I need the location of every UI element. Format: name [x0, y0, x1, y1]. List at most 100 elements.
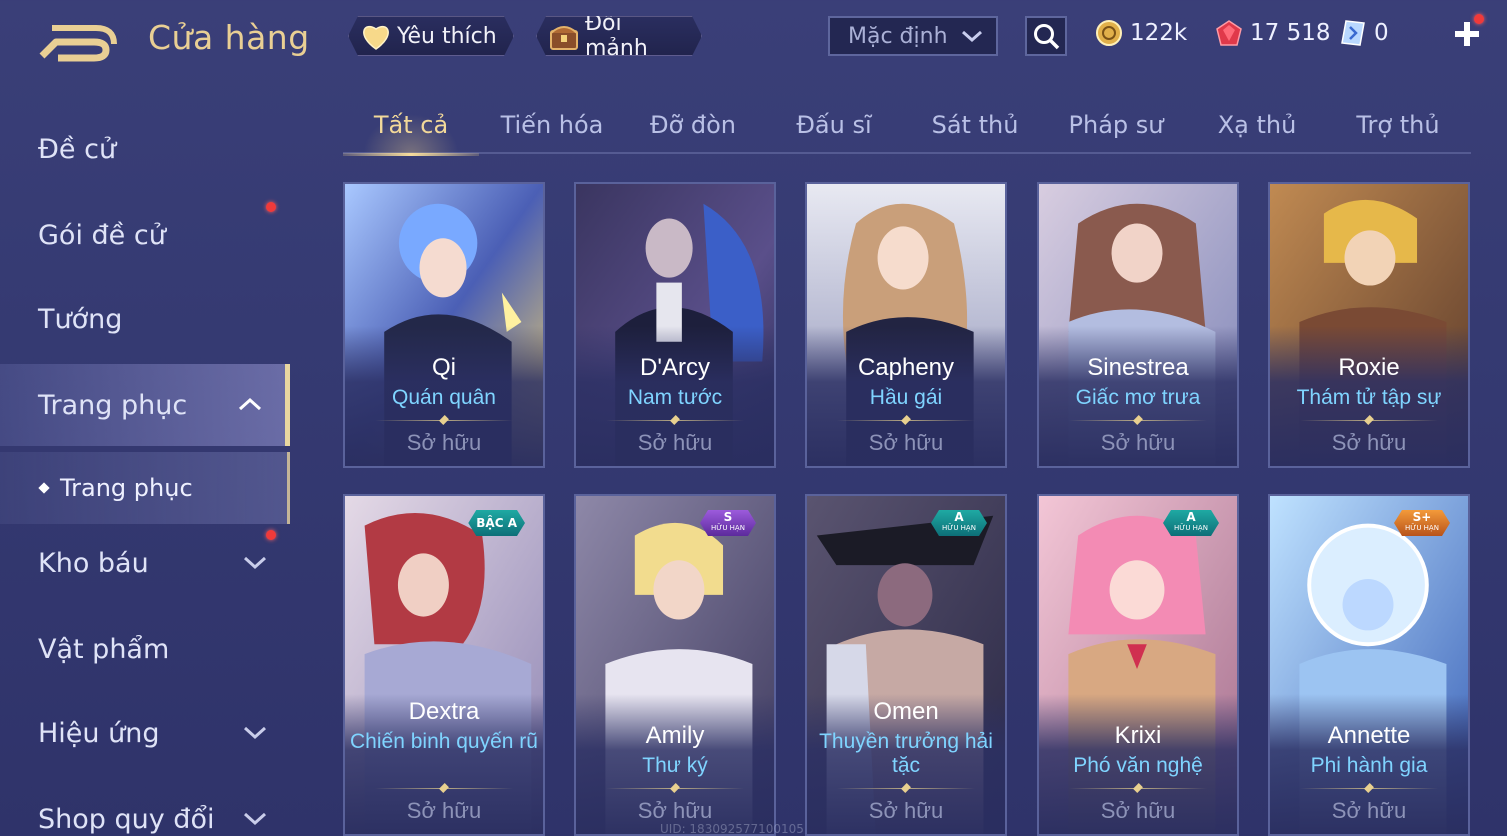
search-icon	[1034, 24, 1060, 50]
skin-name: Hầu gái	[869, 386, 943, 409]
heart-icon	[359, 19, 393, 53]
sidebar-item-label: Vật phẩm	[38, 633, 170, 665]
favorites-label: Yêu thích	[397, 23, 497, 49]
ownership-status: Sở hữu	[1331, 798, 1407, 823]
sort-dropdown[interactable]: Mặc định	[828, 16, 998, 56]
skin-name: Phi hành gia	[1310, 754, 1428, 777]
ownership-status: Sở hữu	[637, 430, 713, 455]
skin-card[interactable]: S+ HỮU HẠN Annette Phi hành gia Sở hữu	[1268, 494, 1470, 836]
tier-badge: BẬC A	[468, 510, 525, 536]
limited-label: HỮU HẠN	[1174, 524, 1208, 532]
sidebar-item-exchange-shop[interactable]: Shop quy đổi	[0, 778, 290, 836]
back-button[interactable]	[38, 22, 118, 62]
sidebar-item-items[interactable]: Vật phẩm	[0, 608, 290, 690]
tab-evolution[interactable]: Tiến hóa	[484, 96, 620, 154]
skin-card[interactable]: A HỮU HẠN Krixi Phó văn nghệ Sở hữu	[1037, 494, 1239, 836]
card-divider	[606, 420, 744, 421]
hero-name: Qi	[432, 354, 456, 381]
tab-fighter[interactable]: Đấu sĩ	[766, 96, 902, 154]
card-divider	[606, 788, 744, 789]
notification-dot	[266, 530, 276, 540]
tier-badge-label: A	[954, 510, 964, 524]
top-bar: Cửa hàng Yêu thích Đổi mảnh Mặc định 122…	[0, 0, 1507, 80]
ownership-status: Sở hữu	[1100, 430, 1176, 455]
chevron-down-icon	[962, 30, 982, 43]
ownership-status: Sở hữu	[406, 798, 482, 823]
sidebar-item-recommended-bundles[interactable]: Gói đề cử	[0, 194, 290, 276]
skin-card[interactable]: Sinestrea Giấc mơ trưa Sở hữu	[1037, 182, 1239, 468]
limited-label: HỮU HẠN	[942, 524, 976, 532]
page-title: Cửa hàng	[148, 18, 310, 57]
tab-all[interactable]: Tất cả	[343, 96, 479, 156]
skin-card[interactable]: Capheny Hầu gái Sở hữu	[805, 182, 1007, 468]
hero-name: Krixi	[1114, 722, 1162, 749]
skin-card[interactable]: Qi Quán quân Sở hữu	[343, 182, 545, 468]
sidebar-item-label: Kho báu	[38, 547, 149, 579]
sidebar-item-label: Đề cử	[38, 133, 117, 165]
hero-name: Capheny	[857, 354, 955, 381]
search-button[interactable]	[1025, 16, 1067, 56]
sidebar-item-treasure[interactable]: Kho báu	[0, 522, 290, 604]
skin-name: Phó văn nghệ	[1073, 754, 1203, 777]
ownership-status: Sở hữu	[637, 798, 713, 823]
skin-name: Thám tử tập sự	[1296, 386, 1442, 409]
favorites-button[interactable]: Yêu thích	[348, 16, 514, 56]
skin-name: Thư ký	[642, 754, 708, 777]
sidebar-item-skins[interactable]: Trang phục	[0, 364, 290, 446]
tab-assassin[interactable]: Sát thủ	[907, 96, 1043, 154]
limited-label: HỮU HẠN	[1405, 524, 1439, 532]
chevron-down-icon	[243, 812, 267, 826]
skin-card[interactable]: D'Arcy Nam tước Sở hữu	[574, 182, 776, 468]
skin-card[interactable]: BẬC A Dextra Chiến binh quyến rũ Sở hữu	[343, 494, 545, 836]
card-divider	[1069, 788, 1207, 789]
skin-name: Giấc mơ trưa	[1075, 386, 1201, 409]
hero-name: Omen	[873, 698, 939, 725]
tab-support[interactable]: Trợ thủ	[1330, 96, 1466, 154]
tier-badge: S+ HỮU HẠN	[1394, 510, 1450, 536]
tier-badge: A HỮU HẠN	[1163, 510, 1219, 536]
sidebar-subitem-skins[interactable]: Trang phục	[0, 452, 290, 524]
bullet-icon	[38, 482, 50, 494]
skin-card[interactable]: Roxie Thám tử tập sự Sở hữu	[1268, 182, 1470, 468]
role-tabs: Tất cả Tiến hóa Đỡ đòn Đấu sĩ Sát thủ Ph…	[343, 96, 1471, 156]
tab-mage[interactable]: Pháp sư	[1048, 96, 1184, 154]
skin-card[interactable]: A HỮU HẠN Omen Thuyền trưởng hải tặc Sở …	[805, 494, 1007, 836]
skin-card[interactable]: S HỮU HẠN Amily Thư ký Sở hữu	[574, 494, 776, 836]
sidebar-item-label: Hiệu ứng	[38, 717, 160, 749]
hero-name: Dextra	[408, 698, 480, 725]
sidebar-item-effects[interactable]: Hiệu ứng	[0, 692, 290, 774]
ruby-icon	[1214, 18, 1244, 48]
tier-badge-label: A	[1186, 510, 1196, 524]
card-divider	[1069, 420, 1207, 421]
card-divider	[375, 420, 513, 421]
sidebar-item-recommended[interactable]: Đề cử	[0, 108, 290, 190]
tier-badge: A HỮU HẠN	[931, 510, 987, 536]
skin-name: Thuyền trưởng hải tặc	[819, 730, 993, 777]
tab-marksman[interactable]: Xạ thủ	[1189, 96, 1325, 154]
tier-badge-label: S	[723, 510, 733, 524]
card-divider	[837, 420, 975, 421]
voucher-amount: 0	[1374, 20, 1389, 46]
add-currency-button[interactable]	[1450, 14, 1484, 50]
card-divider	[1300, 420, 1438, 421]
chevron-down-icon	[243, 726, 267, 740]
sidebar-subitem-label: Trang phục	[60, 474, 193, 502]
ruby-balance: 17 518	[1214, 16, 1330, 50]
exchange-shards-button[interactable]: Đổi mảnh	[536, 16, 702, 56]
sidebar-item-label: Shop quy đổi	[38, 803, 215, 835]
sidebar: Đề cử Gói đề cử Tướng Trang phục Trang p…	[0, 90, 292, 836]
sidebar-item-heroes[interactable]: Tướng	[0, 278, 290, 360]
hero-name: D'Arcy	[640, 354, 710, 381]
tab-tank[interactable]: Đỡ đòn	[625, 96, 761, 154]
hero-name: Sinestrea	[1087, 354, 1189, 381]
limited-label: HỮU HẠN	[711, 524, 745, 532]
sort-value: Mặc định	[848, 23, 948, 49]
ruby-amount: 17 518	[1250, 20, 1331, 46]
hero-name: Amily	[645, 722, 705, 749]
back-arrow-icon	[39, 25, 117, 62]
skin-name: Quán quân	[392, 386, 496, 409]
card-divider	[837, 788, 975, 789]
tier-badge: S HỮU HẠN	[700, 510, 756, 536]
user-id-watermark: UID: 183092577100105	[660, 822, 804, 836]
treasure-chest-icon	[547, 19, 581, 53]
